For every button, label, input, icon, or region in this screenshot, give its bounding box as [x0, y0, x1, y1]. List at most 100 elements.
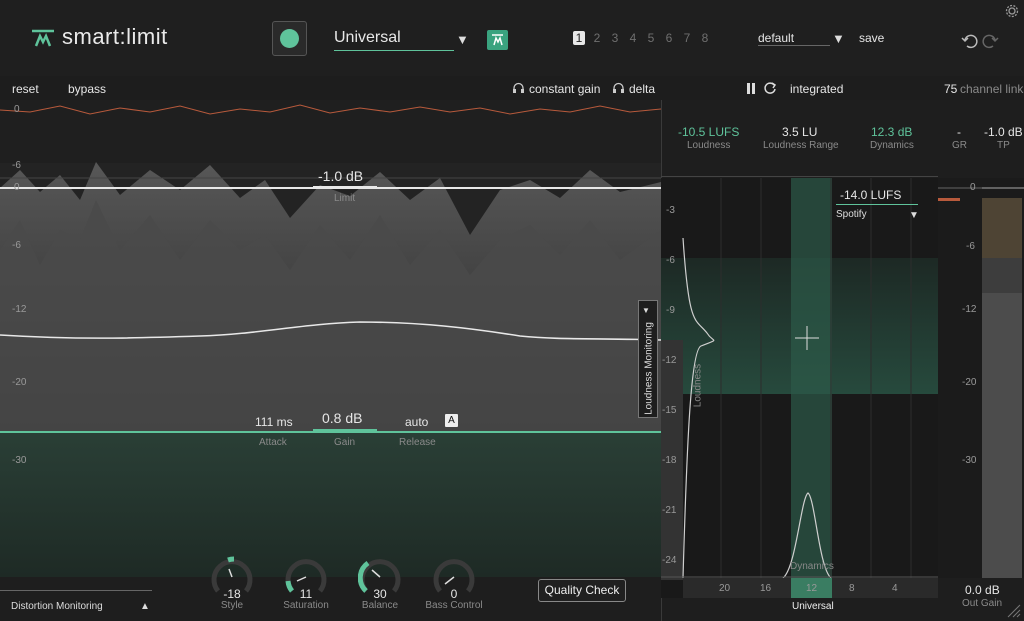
resize-grip-icon[interactable]	[1006, 603, 1022, 619]
channel-link-label: channel link	[960, 82, 1024, 96]
saturation-value: 11	[299, 587, 313, 601]
yaxis-12: -12	[662, 355, 677, 366]
dynamics-label: Dynamics	[870, 140, 914, 151]
quality-check-button[interactable]: Quality Check	[538, 579, 626, 602]
style-label: Style	[220, 600, 244, 611]
bypass-button[interactable]: bypass	[68, 82, 106, 96]
preset-select[interactable]: default	[758, 31, 830, 46]
target-loudness-value[interactable]: -14.0 LUFS	[840, 188, 901, 202]
delta-toggle[interactable]: delta	[629, 82, 655, 96]
preset-dropdown-icon[interactable]: ▼	[832, 31, 845, 46]
yaxis-18: -18	[662, 455, 677, 466]
scale-20: -20	[12, 377, 27, 388]
out-gain-value[interactable]: 0.0 dB	[965, 583, 1000, 597]
constant-gain-toggle[interactable]: constant gain	[529, 82, 600, 96]
release-label: Release	[399, 437, 436, 448]
output-meters	[938, 178, 1024, 578]
profile-color-button[interactable]	[272, 21, 307, 56]
meter-scale-6: -6	[966, 241, 975, 252]
headphones-icon	[513, 82, 524, 93]
pause-icon[interactable]	[746, 83, 756, 94]
yaxis-15: -15	[662, 405, 677, 416]
xaxis-8: 8	[849, 583, 855, 594]
limit-handle[interactable]	[313, 186, 377, 189]
slot-8[interactable]: 8	[699, 31, 711, 45]
dynamics-value: 12.3 dB	[871, 125, 913, 139]
slot-7[interactable]: 7	[681, 31, 693, 45]
preset-slots: 1 2 3 4 5 6 7 8	[573, 31, 711, 45]
loudness-monitoring-tab[interactable]: ▼ Loudness Monitoring	[638, 300, 658, 418]
profile-apply-button[interactable]	[487, 30, 508, 50]
plugin-window: smart:limit Universal ▼ 1 2 3 4 5 6 7 8 …	[0, 0, 1024, 621]
graph-top-rule	[661, 176, 938, 177]
meter-scale-30: -30	[962, 455, 977, 466]
limit-label: Limit	[334, 193, 356, 204]
profile-dot-icon	[280, 29, 299, 48]
redo-icon[interactable]	[981, 33, 999, 49]
loudness-range-label: Loudness Range	[763, 140, 839, 151]
yaxis-3: -3	[666, 205, 675, 216]
scale-top-0: 0	[14, 104, 20, 115]
attack-label: Attack	[259, 437, 287, 448]
balance-value: 30	[373, 587, 387, 601]
style-value: -18	[223, 587, 241, 601]
app-logo-text: smart:limit	[62, 24, 168, 49]
headphones-delta-icon	[613, 82, 624, 93]
slot-3[interactable]: 3	[609, 31, 621, 45]
profile-dropdown-icon[interactable]: ▼	[456, 32, 469, 47]
yaxis-24: -24	[662, 555, 677, 566]
loudness-value: -10.5 LUFS	[678, 125, 740, 139]
out-gain-label: Out Gain	[962, 598, 1003, 609]
gain-handle[interactable]	[313, 429, 377, 433]
loudness-monitoring-label: Loudness Monitoring	[643, 322, 655, 415]
loudness-range-value: 3.5 LU	[782, 125, 818, 139]
release-auto-badge[interactable]: A	[445, 414, 458, 427]
tab-arrow-icon: ▼	[642, 306, 650, 315]
profile-select[interactable]: Universal	[334, 29, 454, 51]
scale-12: -12	[12, 304, 27, 315]
saturation-label: Saturation	[283, 600, 329, 611]
limit-value[interactable]: -1.0 dB	[318, 168, 363, 184]
slot-4[interactable]: 4	[627, 31, 639, 45]
preset-select-value: default	[758, 31, 795, 45]
gr-value: -	[957, 125, 961, 139]
scale-6: -6	[12, 240, 21, 251]
scale-0: 0	[14, 182, 20, 193]
slot-2[interactable]: 2	[591, 31, 603, 45]
yaxis-6: -6	[666, 255, 675, 266]
gain-icon	[492, 34, 503, 46]
reset-loudness-icon[interactable]	[763, 81, 777, 95]
logo-icon	[32, 29, 54, 47]
bass-control-value: 0	[450, 587, 458, 601]
balance-label: Balance	[361, 600, 399, 611]
save-button[interactable]: save	[859, 31, 884, 45]
meter-scale-12: -12	[962, 304, 977, 315]
slot-5[interactable]: 5	[645, 31, 657, 45]
slot-6[interactable]: 6	[663, 31, 675, 45]
yaxis-21: -21	[662, 505, 677, 516]
slot-1[interactable]: 1	[573, 31, 585, 45]
integrated-mode[interactable]: integrated	[790, 82, 843, 96]
platform-dropdown-icon[interactable]: ▼	[909, 210, 919, 221]
undo-icon[interactable]	[961, 33, 979, 49]
reset-button[interactable]: reset	[12, 82, 39, 96]
channel-link-value[interactable]: 75	[944, 82, 957, 96]
distortion-monitoring-toggle[interactable]: Distortion Monitoring	[11, 601, 103, 612]
gain-value[interactable]: 0.8 dB	[322, 410, 362, 426]
target-platform-select[interactable]: Spotify	[836, 209, 867, 220]
settings-gear-icon[interactable]	[1005, 4, 1019, 18]
gr-label: GR	[952, 140, 967, 151]
xaxis-4: 4	[892, 583, 898, 594]
profile-tag: Universal	[792, 601, 834, 612]
meter-scale-0: 0	[970, 182, 976, 193]
attack-value[interactable]: 111 ms	[255, 415, 293, 429]
loudness-axis-label: Loudness	[692, 363, 704, 408]
target-underline	[836, 204, 918, 205]
meter-scale-20: -20	[962, 377, 977, 388]
dynamics-axis-label: Dynamics	[790, 561, 834, 572]
loudness-label: Loudness	[687, 140, 731, 151]
release-value[interactable]: auto	[405, 415, 428, 429]
scale-top-6: -6	[12, 160, 21, 171]
yaxis-9: -9	[666, 305, 675, 316]
distortion-arrow-icon[interactable]: ▲	[140, 601, 150, 612]
